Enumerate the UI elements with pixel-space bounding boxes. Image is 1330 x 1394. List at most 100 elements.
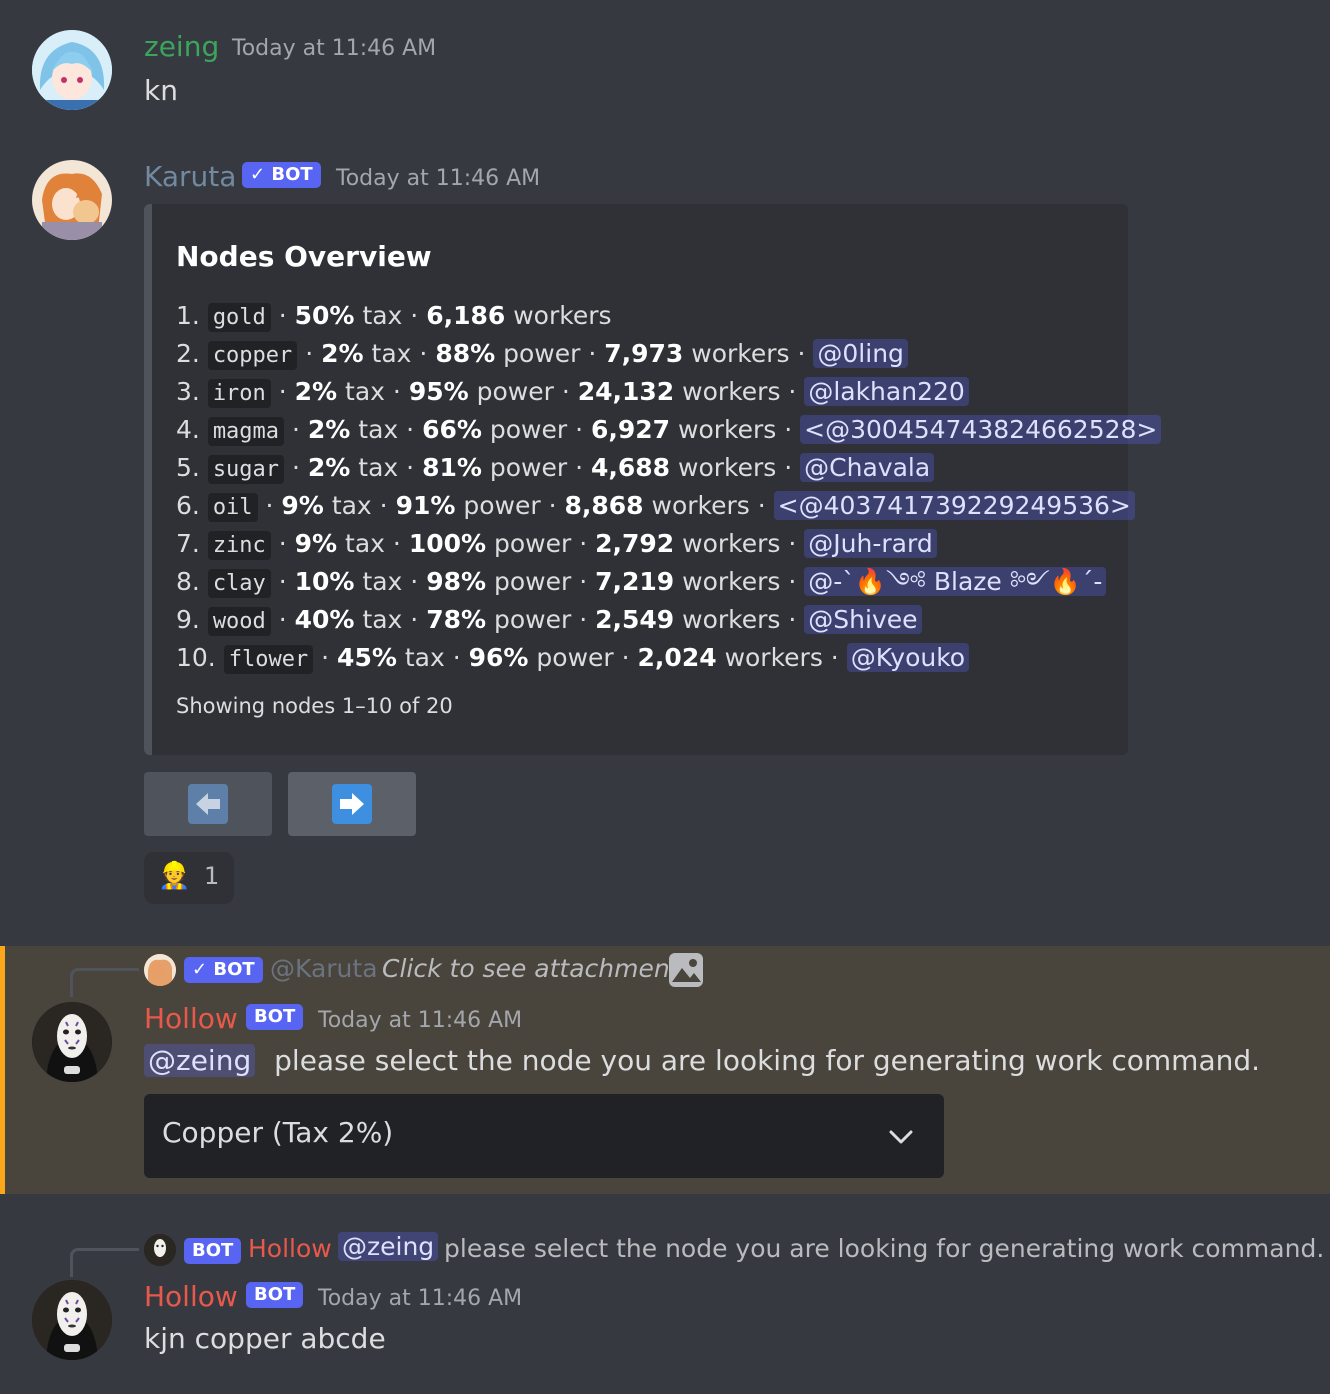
message-text: please select the node you are looking f…: [274, 1044, 1261, 1077]
owner-mention[interactable]: <@300454743824662528>: [800, 415, 1162, 444]
reply-content[interactable]: Click to see attachment: [382, 954, 680, 983]
power-label: power: [476, 377, 554, 406]
owner-mention[interactable]: <@403741739229249536>: [773, 491, 1135, 520]
row-number: 5.: [176, 453, 200, 482]
tax-value: 2%: [307, 453, 351, 482]
workers-label: workers: [682, 605, 781, 634]
reply-content[interactable]: please select the node you are looking f…: [444, 1234, 1324, 1263]
workers-label: workers: [724, 643, 823, 672]
power-value: 88%: [435, 339, 496, 368]
reply-author[interactable]: @Karuta: [270, 954, 378, 983]
node-row: 6. oil · 9% tax · 91% power · 8,868 work…: [176, 488, 1135, 526]
power-label: power: [536, 643, 614, 672]
separator-dot: ·: [384, 377, 409, 406]
previous-page-button[interactable]: [144, 772, 272, 836]
separator-dot: ·: [270, 605, 295, 634]
power-label: power: [494, 529, 572, 558]
tax-label: tax: [358, 415, 399, 444]
separator-dot: ·: [270, 567, 295, 596]
separator-dot: ·: [540, 491, 565, 520]
workers-label: workers: [682, 529, 781, 558]
node-row: 5. sugar · 2% tax · 81% power · 4,688 wo…: [176, 450, 935, 488]
select-value: Copper (Tax 2%): [162, 1116, 394, 1149]
avatar-karuta[interactable]: [32, 160, 112, 240]
reply-avatar-hollow[interactable]: [144, 1234, 176, 1266]
timestamp: Today at 11:46 AM: [232, 36, 437, 61]
reply-mention[interactable]: @zeing: [338, 1232, 439, 1261]
reply-bot-badge: BOT: [184, 1238, 242, 1264]
avatar-hollow-image: [32, 1280, 112, 1360]
owner-mention[interactable]: @-`🔥༺ Blaze ༻🔥´-: [804, 567, 1107, 596]
owner-mention[interactable]: @Shivee: [804, 605, 922, 634]
owner-mention[interactable]: @Kyouko: [846, 643, 970, 672]
separator-dot: ·: [571, 567, 596, 596]
tax-value: 2%: [307, 415, 351, 444]
node-row: 1. gold · 50% tax · 6,186 workers: [176, 298, 612, 336]
separator-dot: ·: [571, 605, 596, 634]
separator-dot: ·: [780, 567, 805, 596]
workers-value: 7,973: [604, 339, 684, 368]
workers-label: workers: [678, 453, 777, 482]
tax-label: tax: [362, 301, 403, 330]
owner-mention[interactable]: @lakhan220: [804, 377, 969, 406]
avatar-zeing[interactable]: [32, 30, 112, 110]
user-mention[interactable]: @zeing: [144, 1044, 256, 1077]
avatar-hollow[interactable]: [32, 1002, 112, 1082]
row-number: 2.: [176, 339, 200, 368]
node-row: 7. zinc · 9% tax · 100% power · 2,792 wo…: [176, 526, 937, 564]
author-name[interactable]: Hollow: [144, 1002, 238, 1035]
workers-value: 6,927: [590, 415, 671, 444]
arrow-right-icon: [332, 784, 372, 824]
node-name: magma: [207, 417, 285, 446]
node-name: sugar: [207, 455, 285, 484]
separator-dot: ·: [313, 643, 338, 672]
workers-value: 2,024: [637, 643, 717, 672]
separator-dot: ·: [776, 453, 801, 482]
separator-dot: ·: [567, 415, 591, 444]
owner-mention[interactable]: @Juh-rard: [804, 529, 937, 558]
node-row: 10. flower · 45% tax · 96% power · 2,024…: [176, 640, 970, 678]
avatar-hollow[interactable]: [32, 1280, 112, 1360]
tax-label: tax: [362, 605, 403, 634]
reply-bot-badge: ✓ BOT: [184, 957, 263, 983]
avatar-zeing-image: [32, 30, 112, 110]
row-number: 8.: [176, 567, 200, 596]
node-name: oil: [207, 493, 258, 522]
row-number: 10.: [176, 643, 216, 672]
separator-dot: ·: [402, 567, 427, 596]
separator-dot: ·: [613, 643, 638, 672]
reply-author[interactable]: Hollow: [248, 1234, 332, 1263]
workers-value: 24,132: [577, 377, 675, 406]
author-name[interactable]: Karuta: [144, 160, 236, 193]
reply-avatar-karuta[interactable]: [144, 954, 176, 986]
separator-dot: ·: [284, 453, 308, 482]
reaction-construction-worker[interactable]: 👷 1: [144, 852, 234, 904]
row-number: 6.: [176, 491, 200, 520]
node-select-dropdown[interactable]: Copper (Tax 2%): [144, 1094, 944, 1178]
chevron-down-icon: [886, 1122, 916, 1156]
next-page-button[interactable]: [288, 772, 416, 836]
owner-mention[interactable]: @0ling: [813, 339, 908, 368]
node-name: wood: [207, 607, 271, 636]
power-label: power: [503, 339, 581, 368]
separator-dot: ·: [567, 453, 591, 482]
reply-connector: [70, 968, 139, 997]
author-name[interactable]: zeing: [144, 30, 219, 63]
power-value: 98%: [426, 567, 487, 596]
node-row: 9. wood · 40% tax · 78% power · 2,549 wo…: [176, 602, 922, 640]
owner-mention[interactable]: @Chavala: [800, 453, 935, 482]
reply-connector: [70, 1248, 139, 1277]
tax-value: 9%: [294, 529, 338, 558]
tax-label: tax: [331, 491, 372, 520]
separator-dot: ·: [270, 529, 295, 558]
separator-dot: ·: [371, 491, 396, 520]
tax-label: tax: [371, 339, 412, 368]
author-name[interactable]: Hollow: [144, 1280, 238, 1313]
message-content: @zeing please select the node you are lo…: [144, 1044, 1260, 1077]
tax-label: tax: [358, 453, 399, 482]
tax-value: 40%: [294, 605, 355, 634]
node-name: zinc: [207, 531, 271, 560]
tax-label: tax: [404, 643, 445, 672]
node-row: 2. copper · 2% tax · 88% power · 7,973 w…: [176, 336, 908, 374]
separator-dot: ·: [444, 643, 469, 672]
